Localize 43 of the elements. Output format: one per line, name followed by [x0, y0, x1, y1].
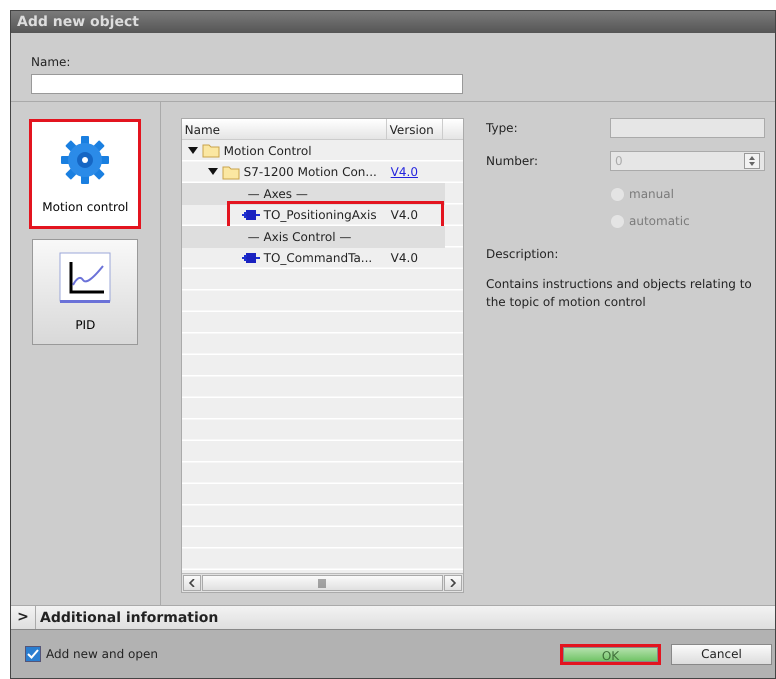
- column-header[interactable]: Version: [386, 119, 443, 139]
- name-field[interactable]: [31, 74, 463, 94]
- grip-icon: [318, 578, 326, 588]
- group-label: — Axes —: [248, 186, 308, 203]
- scrollbar-thumb[interactable]: [202, 575, 443, 591]
- version-link[interactable]: V4.0: [386, 163, 443, 182]
- column-header[interactable]: Name: [182, 119, 387, 139]
- spinner-icon[interactable]: [744, 153, 760, 169]
- block-icon: [242, 209, 260, 222]
- folder-icon: [202, 143, 220, 158]
- section-label: Description:: [486, 246, 560, 263]
- tree-item[interactable]: Motion Control: [224, 142, 312, 160]
- checkbox-label: Add new and open: [46, 646, 160, 663]
- field-label: Type:: [486, 120, 519, 137]
- type-field[interactable]: [610, 118, 765, 138]
- group-label: — Axis Control —: [248, 228, 352, 246]
- radio-button: automatic: [610, 211, 765, 231]
- category-button[interactable]: PID: [32, 239, 138, 345]
- version-text: V4.0: [390, 250, 419, 268]
- caret-icon[interactable]: [188, 146, 198, 155]
- category-button[interactable]: Motion control: [29, 119, 142, 229]
- caret-icon[interactable]: [208, 168, 218, 176]
- field-label: Name:: [31, 54, 72, 71]
- chevron-right-icon: [450, 579, 456, 587]
- checkbox[interactable]: [25, 646, 41, 662]
- cancel-button[interactable]: Cancel: [671, 644, 772, 664]
- tree-item[interactable]: TO_CommandTa...: [264, 249, 372, 268]
- tree-item[interactable]: TO_PositioningAxis: [264, 206, 377, 224]
- scroll-left-button[interactable]: [182, 575, 201, 591]
- folder-icon: [222, 164, 240, 180]
- section-header[interactable]: Additional information: [36, 606, 218, 629]
- field-label: Number:: [486, 153, 540, 170]
- tree-item[interactable]: S7-1200 Motion Con...: [244, 163, 377, 182]
- chart-icon: [59, 252, 112, 304]
- window-title: Add new object: [11, 11, 775, 33]
- radio-button: manual: [610, 184, 765, 204]
- expand-toggle[interactable]: >: [11, 606, 36, 629]
- version-text: V4.0: [390, 207, 419, 224]
- description-text: Contains instructions and objects relating to the topic of motion control: [486, 276, 753, 311]
- scroll-right-button[interactable]: [444, 575, 462, 591]
- chevron-left-icon: [188, 579, 195, 587]
- block-icon: [242, 252, 260, 264]
- gear-icon: [59, 134, 112, 186]
